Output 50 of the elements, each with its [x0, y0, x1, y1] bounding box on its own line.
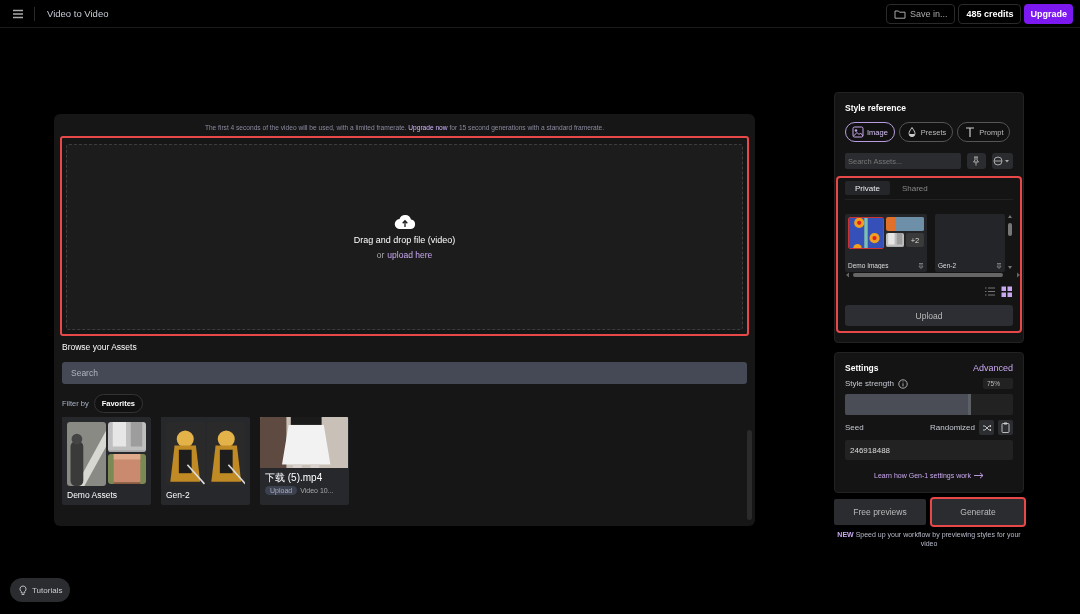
file-name: 下载 (5).mp4 — [264, 471, 324, 485]
circle-caret-icon — [993, 156, 1012, 166]
folder-card[interactable]: Demo Assets — [62, 417, 151, 505]
info-icon — [897, 378, 908, 389]
tutorials-button[interactable]: Tutorials — [10, 578, 71, 602]
folder-card[interactable]: Gen-2 — [161, 417, 250, 505]
action-button[interactable]: Generate — [932, 499, 1024, 525]
credits-counter: 485 credits — [958, 3, 1022, 24]
upload-link[interactable]: upload here — [387, 250, 433, 260]
shuffle-button[interactable] — [979, 420, 994, 435]
field-label: Style strength — [845, 379, 894, 388]
field-label: Seed — [845, 423, 864, 432]
folder-name: Demo Assets — [67, 490, 119, 500]
seed-mode: Randomized — [930, 423, 975, 432]
shuffle-icon — [981, 423, 992, 432]
drop-prompt: Drag and drop file (video) — [353, 235, 456, 245]
text-icon — [964, 126, 977, 138]
tab[interactable]: Private — [845, 181, 890, 195]
pin-icon — [918, 262, 924, 269]
upgrade-button[interactable]: Upgrade — [1024, 3, 1073, 24]
advanced-link[interactable]: Advanced — [972, 363, 1013, 373]
filter-dropdown[interactable] — [991, 153, 1013, 169]
pin-button[interactable] — [966, 153, 986, 169]
grid-view-button[interactable] — [1001, 286, 1013, 297]
page-title: Video to Video — [47, 8, 109, 19]
droplet-icon — [905, 126, 918, 138]
panel-title: Style reference — [845, 103, 907, 113]
search-field[interactable]: Search — [62, 362, 747, 384]
arrow-right-icon — [973, 472, 984, 479]
tab[interactable]: Shared — [891, 181, 938, 195]
lightbulb-icon — [18, 584, 28, 596]
action-button[interactable]: Free previews — [834, 499, 926, 525]
panel-title: Settings — [845, 363, 879, 373]
image-icon — [852, 126, 864, 138]
menu-icon — [12, 8, 24, 19]
pin-icon — [996, 262, 1002, 269]
section-title: Browse your Assets — [62, 342, 138, 352]
clipboard-icon — [1001, 422, 1010, 433]
folder-name: Gen-2 — [166, 490, 191, 500]
list-view-button[interactable] — [984, 286, 996, 297]
seed-field[interactable]: 246918488 — [845, 440, 1013, 460]
copy-button[interactable] — [998, 420, 1013, 435]
or-label: or — [376, 250, 385, 260]
drop-zone[interactable]: Drag and drop file (video) or upload here — [66, 144, 743, 330]
strength-slider[interactable] — [845, 394, 1013, 415]
upload-button[interactable]: Upload — [845, 305, 1013, 326]
cloud-upload-icon — [393, 214, 416, 230]
pin-icon — [971, 156, 982, 166]
folder-icon — [893, 8, 906, 19]
save-button[interactable]: Save in... — [885, 3, 956, 24]
